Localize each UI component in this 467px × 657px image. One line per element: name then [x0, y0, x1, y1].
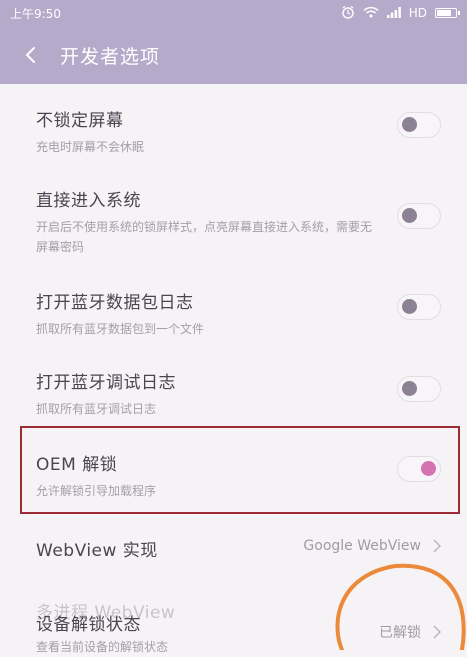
battery-icon	[435, 8, 460, 18]
setting-subtitle: 抓取所有蓝牙数据包到一个文件	[36, 322, 205, 336]
toggle-knob	[402, 208, 417, 223]
setting-subtitle: 充电时屏幕不会休眠	[36, 140, 145, 154]
setting-subtitle: 抓取所有蓝牙调试日志	[36, 402, 157, 416]
setting-row-skip-lockscreen[interactable]: 直接进入系统 开启后不使用系统的锁屏样式，点亮屏幕直接进入系统，需要无屏幕密码	[0, 186, 467, 257]
setting-row-bluetooth-debug-log[interactable]: 打开蓝牙调试日志 抓取所有蓝牙调试日志	[0, 368, 467, 419]
toggle-knob	[402, 381, 417, 396]
wifi-icon	[363, 6, 379, 20]
chevron-right-icon	[433, 539, 442, 553]
oem-highlight-box	[20, 426, 460, 514]
stay-awake-toggle[interactable]	[397, 112, 441, 138]
network-label: HD	[408, 6, 427, 20]
toggle-knob	[402, 117, 417, 132]
setting-title: 直接进入系统	[36, 191, 141, 211]
setting-subtitle: 查看当前设备的解锁状态	[36, 640, 169, 654]
device-unlock-value-text: 已解锁	[379, 625, 421, 641]
status-time: 上午9:50	[10, 6, 61, 21]
chevron-left-icon[interactable]	[24, 43, 42, 67]
status-icons: HD	[341, 5, 460, 21]
app-bar: 开发者选项	[0, 26, 467, 84]
bluetooth-hci-log-toggle[interactable]	[397, 294, 441, 320]
skip-lockscreen-toggle[interactable]	[397, 203, 441, 229]
bluetooth-debug-log-toggle[interactable]	[397, 376, 441, 402]
status-bar: 上午9:50 HD	[0, 0, 467, 26]
setting-row-stay-awake[interactable]: 不锁定屏幕 充电时屏幕不会休眠	[0, 106, 467, 157]
webview-value: Google WebView	[303, 538, 442, 554]
setting-title: 打开蓝牙调试日志	[36, 373, 176, 393]
setting-row-bluetooth-hci-log[interactable]: 打开蓝牙数据包日志 抓取所有蓝牙数据包到一个文件	[0, 288, 467, 339]
setting-row-webview[interactable]: WebView 实现 Google WebView	[0, 536, 467, 561]
setting-title: 打开蓝牙数据包日志	[36, 293, 194, 313]
page-title: 开发者选项	[60, 45, 161, 68]
setting-title: 不锁定屏幕	[36, 111, 124, 131]
alarm-icon	[341, 5, 355, 21]
signal-icon	[386, 6, 401, 20]
chevron-right-icon	[433, 625, 442, 639]
device-unlock-value: 已解锁	[379, 622, 442, 642]
webview-value-text: Google WebView	[303, 538, 421, 554]
toggle-knob	[402, 299, 417, 314]
setting-subtitle: 开启后不使用系统的锁屏样式，点亮屏幕直接进入系统，需要无屏幕密码	[36, 220, 373, 254]
